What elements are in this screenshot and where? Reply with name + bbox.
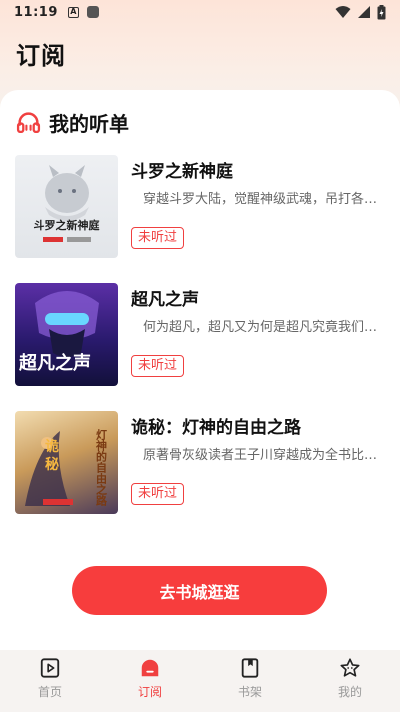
book-cover[interactable]: 斗罗之新神庭 — [15, 155, 118, 258]
tab-home-label: 首页 — [37, 685, 62, 699]
svg-text:诡: 诡 — [45, 438, 59, 455]
status-bar: 11:19 A — [0, 0, 400, 24]
status-badge: 未听过 — [131, 483, 185, 505]
page-title: 订阅 — [16, 42, 66, 70]
tab-profile[interactable]: 我的 — [300, 650, 400, 712]
book-cover[interactable]: 超凡之声 — [15, 283, 118, 386]
book-description: 何为超凡，超凡又为何是超凡究竟我们身... — [143, 320, 383, 335]
play-square-icon — [40, 658, 60, 678]
book-title[interactable]: 超凡之声 — [131, 285, 199, 310]
headphones-icon — [16, 112, 41, 134]
tab-bookshelf-label: 书架 — [237, 685, 262, 699]
signal-icon — [358, 6, 370, 18]
bookmark-icon — [241, 658, 259, 678]
battery-icon — [377, 4, 386, 19]
tab-home[interactable]: 首页 — [0, 650, 100, 712]
svg-text:超凡之声: 超凡之声 — [19, 352, 91, 374]
book-cover[interactable]: 诡 秘 灯神的自由之路 — [15, 411, 118, 514]
section-header: 我的听单 — [16, 108, 129, 137]
section-title: 我的听单 — [49, 112, 129, 136]
tab-subscribe-label: 订阅 — [137, 685, 162, 699]
book-item[interactable]: 超凡之声 超凡之声 何为超凡，超凡又为何是超凡究竟我们身... 未听过 — [15, 283, 385, 386]
book-description: 原著骨灰级读者王子川穿越成为全书比惨... — [143, 448, 383, 463]
book-title[interactable]: 斗罗之新神庭 — [131, 157, 233, 182]
square-icon — [86, 6, 99, 18]
svg-text:斗罗之新神庭: 斗罗之新神庭 — [34, 218, 100, 232]
status-badge: 未听过 — [131, 227, 185, 249]
tab-subscribe[interactable]: 订阅 — [100, 650, 200, 712]
wifi-icon — [335, 6, 351, 18]
book-item[interactable]: 诡 秘 灯神的自由之路 诡秘：灯神的自由之路 原著骨灰级读者王子川穿越成为全书比… — [15, 411, 385, 514]
subscribe-icon — [141, 659, 159, 677]
book-title[interactable]: 诡秘：灯神的自由之路 — [131, 413, 301, 438]
go-to-bookstore-button[interactable]: 去书城逛逛 — [72, 566, 327, 615]
status-time: 11:19 — [14, 4, 58, 20]
bottom-nav: 首页 订阅 书架 我的 — [0, 650, 400, 712]
a-icon: A — [67, 6, 79, 18]
tab-profile-label: 我的 — [337, 685, 362, 699]
svg-text:秘: 秘 — [45, 456, 59, 473]
star-face-icon — [340, 658, 360, 677]
status-badge: 未听过 — [131, 355, 185, 377]
svg-text:灯神的自由之路: 灯神的自由之路 — [95, 428, 108, 507]
tab-bookshelf[interactable]: 书架 — [200, 650, 300, 712]
book-description: 穿越斗罗大陆，觉醒神级武魂，吊打各路... — [143, 192, 383, 207]
book-item[interactable]: 斗罗之新神庭 斗罗之新神庭 穿越斗罗大陆，觉醒神级武魂，吊打各路... 未听过 — [15, 155, 385, 258]
status-icons — [335, 4, 386, 20]
